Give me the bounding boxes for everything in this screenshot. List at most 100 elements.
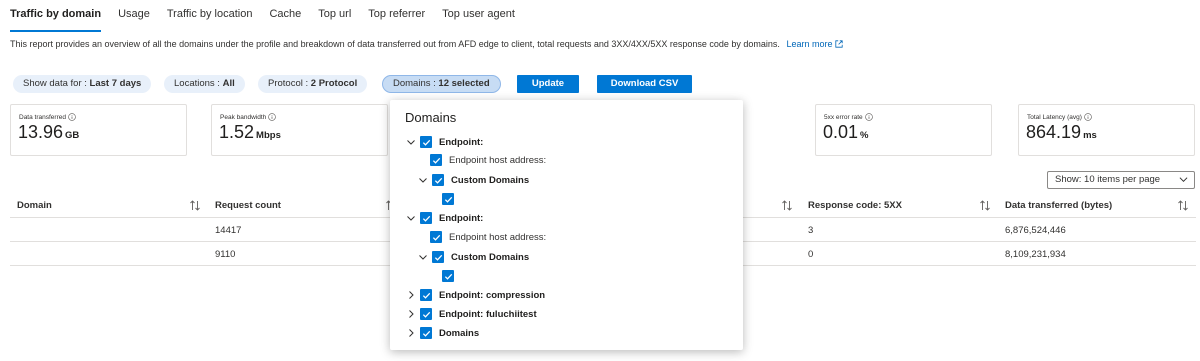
protocol-filter-label: Protocol : (268, 78, 309, 89)
show-data-filter[interactable]: Show data for : Last 7 days (13, 75, 152, 93)
metric-value: 1.52 Mbps (219, 122, 281, 142)
domain-tree-item-label: Domains (439, 327, 480, 339)
column-header-domain: Domain (17, 200, 52, 211)
metric-unit: Mbps (256, 130, 281, 141)
domain-checkbox[interactable] (430, 231, 442, 243)
cell-request-count: 14417 (215, 225, 242, 236)
external-link-icon[interactable] (835, 40, 843, 48)
info-icon[interactable] (864, 113, 873, 121)
domains-filter-value: 12 selected (438, 78, 490, 89)
info-icon[interactable] (68, 113, 76, 121)
learn-more-link[interactable]: Learn more (786, 39, 832, 49)
update-button[interactable]: Update (517, 75, 579, 93)
domain-tree-item[interactable]: Custom Domains (417, 250, 529, 264)
domains-dropdown-panel: Domains Endpoint: Endpoint host address: C… (390, 100, 743, 350)
sort-icon[interactable] (781, 200, 793, 211)
domain-tree-item-label: Endpoint: (439, 212, 484, 224)
domain-tree-item[interactable]: Endpoint: compression (405, 288, 545, 302)
tab-traffic-by-location[interactable]: Traffic by location (167, 8, 253, 32)
sort-icon[interactable] (979, 200, 991, 211)
show-data-filter-value: Last 7 days (89, 78, 142, 89)
download-csv-button[interactable]: Download CSV (597, 75, 692, 93)
domain-checkbox[interactable] (432, 251, 444, 263)
column-header-request-count: Request count (215, 200, 281, 211)
metric-label: Peak bandwidth (220, 113, 277, 121)
domains-filter-label: Domains : (393, 78, 436, 89)
domain-checkbox[interactable] (430, 154, 442, 166)
tab-top-url[interactable]: Top url (318, 8, 351, 32)
domain-tree-item-label: Endpoint: (439, 136, 484, 148)
chevron-down-icon[interactable] (405, 136, 417, 148)
chevron-right-icon[interactable] (405, 308, 417, 320)
cell-data-transferred: 6,876,524,446 (1005, 225, 1066, 236)
show-data-filter-label: Show data for : (23, 78, 87, 89)
metric-label: Total Latency (avg) (1027, 113, 1092, 121)
domain-checkbox[interactable] (420, 136, 432, 148)
metric-card-data-transferred: Data transferred 13.96 GB (10, 104, 187, 156)
domain-tree-item-label: Endpoint: fuluchiitest (439, 308, 537, 320)
metric-unit: GB (65, 130, 80, 141)
domain-checkbox[interactable] (442, 193, 454, 205)
info-icon[interactable] (268, 113, 277, 121)
chevron-down-icon[interactable] (405, 212, 417, 224)
cell-response-5xx: 0 (808, 249, 814, 260)
domain-tree-item[interactable] (442, 269, 461, 283)
metric-label: 5xx error rate (824, 113, 873, 121)
domain-checkbox[interactable] (432, 174, 444, 186)
domain-tree-item-label: Custom Domains (451, 174, 530, 186)
domain-tree-item[interactable]: Endpoint host address: (430, 153, 546, 167)
tab-top-user-agent[interactable]: Top user agent (442, 8, 515, 32)
domain-tree-item-label: Endpoint host address: (449, 154, 547, 166)
metric-card-peak-bandwidth: Peak bandwidth 1.52 Mbps (211, 104, 388, 156)
domain-checkbox[interactable] (420, 289, 432, 301)
description-text: This report provides an overview of all … (10, 39, 780, 49)
domain-checkbox[interactable] (420, 327, 432, 339)
page-size-select[interactable]: Show: 10 items per page (1047, 171, 1195, 189)
tab-top-referrer[interactable]: Top referrer (368, 8, 425, 32)
dropdown-title: Domains (405, 110, 457, 125)
metric-card-total-latency: Total Latency (avg) 864.19 ms (1018, 104, 1195, 156)
report-description: This report provides an overview of all … (10, 39, 843, 49)
domain-tree-item[interactable]: Custom Domains (417, 173, 529, 187)
column-header-response-5xx: Response code: 5XX (808, 200, 902, 211)
chevron-down-icon (1179, 177, 1188, 183)
metric-unit: ms (1083, 130, 1097, 141)
metric-card-5xx-error-rate: 5xx error rate 0.01% (815, 104, 992, 156)
domain-tree-item[interactable]: Endpoint host address: (430, 230, 546, 244)
domain-checkbox[interactable] (442, 270, 454, 282)
report-tabs: Traffic by domain Usage Traffic by locat… (10, 8, 532, 32)
sort-icon[interactable] (189, 200, 201, 211)
domain-tree-item-label: Custom Domains (451, 251, 530, 263)
metric-value: 864.19 ms (1026, 122, 1097, 142)
domain-tree-item[interactable]: Endpoint: (405, 135, 483, 149)
protocol-filter[interactable]: Protocol : 2 Protocol (258, 75, 368, 93)
sort-icon[interactable] (1177, 200, 1189, 211)
tab-usage[interactable]: Usage (118, 8, 150, 32)
chevron-down-icon[interactable] (417, 251, 429, 263)
info-icon[interactable] (1084, 113, 1092, 121)
tab-traffic-by-domain[interactable]: Traffic by domain (10, 8, 102, 32)
cell-response-5xx: 3 (808, 225, 814, 236)
protocol-filter-value: 2 Protocol (310, 78, 358, 89)
chevron-right-icon[interactable] (405, 327, 417, 339)
domain-tree-item-label: Endpoint: compression (439, 289, 546, 301)
cell-request-count: 9110 (215, 249, 236, 260)
domain-tree-item[interactable]: Endpoint: fuluchiitest (405, 307, 537, 321)
metric-value: 13.96 GB (18, 122, 80, 142)
metric-unit: % (860, 130, 869, 141)
chevron-right-icon[interactable] (405, 289, 417, 301)
domain-tree-item[interactable]: Endpoint: (405, 211, 483, 225)
page-size-value: Show: 10 items per page (1055, 174, 1161, 185)
locations-filter-value: All (222, 78, 235, 89)
domain-tree-item[interactable] (442, 192, 461, 206)
domain-checkbox[interactable] (420, 308, 432, 320)
domain-tree-item[interactable]: Domains (405, 326, 479, 340)
locations-filter[interactable]: Locations : All (164, 75, 245, 93)
tab-cache[interactable]: Cache (269, 8, 301, 32)
domain-checkbox[interactable] (420, 212, 432, 224)
cell-data-transferred: 8,109,231,934 (1005, 249, 1066, 260)
domain-tree-item-label: Endpoint host address: (449, 231, 547, 243)
chevron-down-icon[interactable] (417, 174, 429, 186)
domains-filter[interactable]: Domains : 12 selected (382, 75, 501, 93)
locations-filter-label: Locations : (174, 78, 220, 89)
